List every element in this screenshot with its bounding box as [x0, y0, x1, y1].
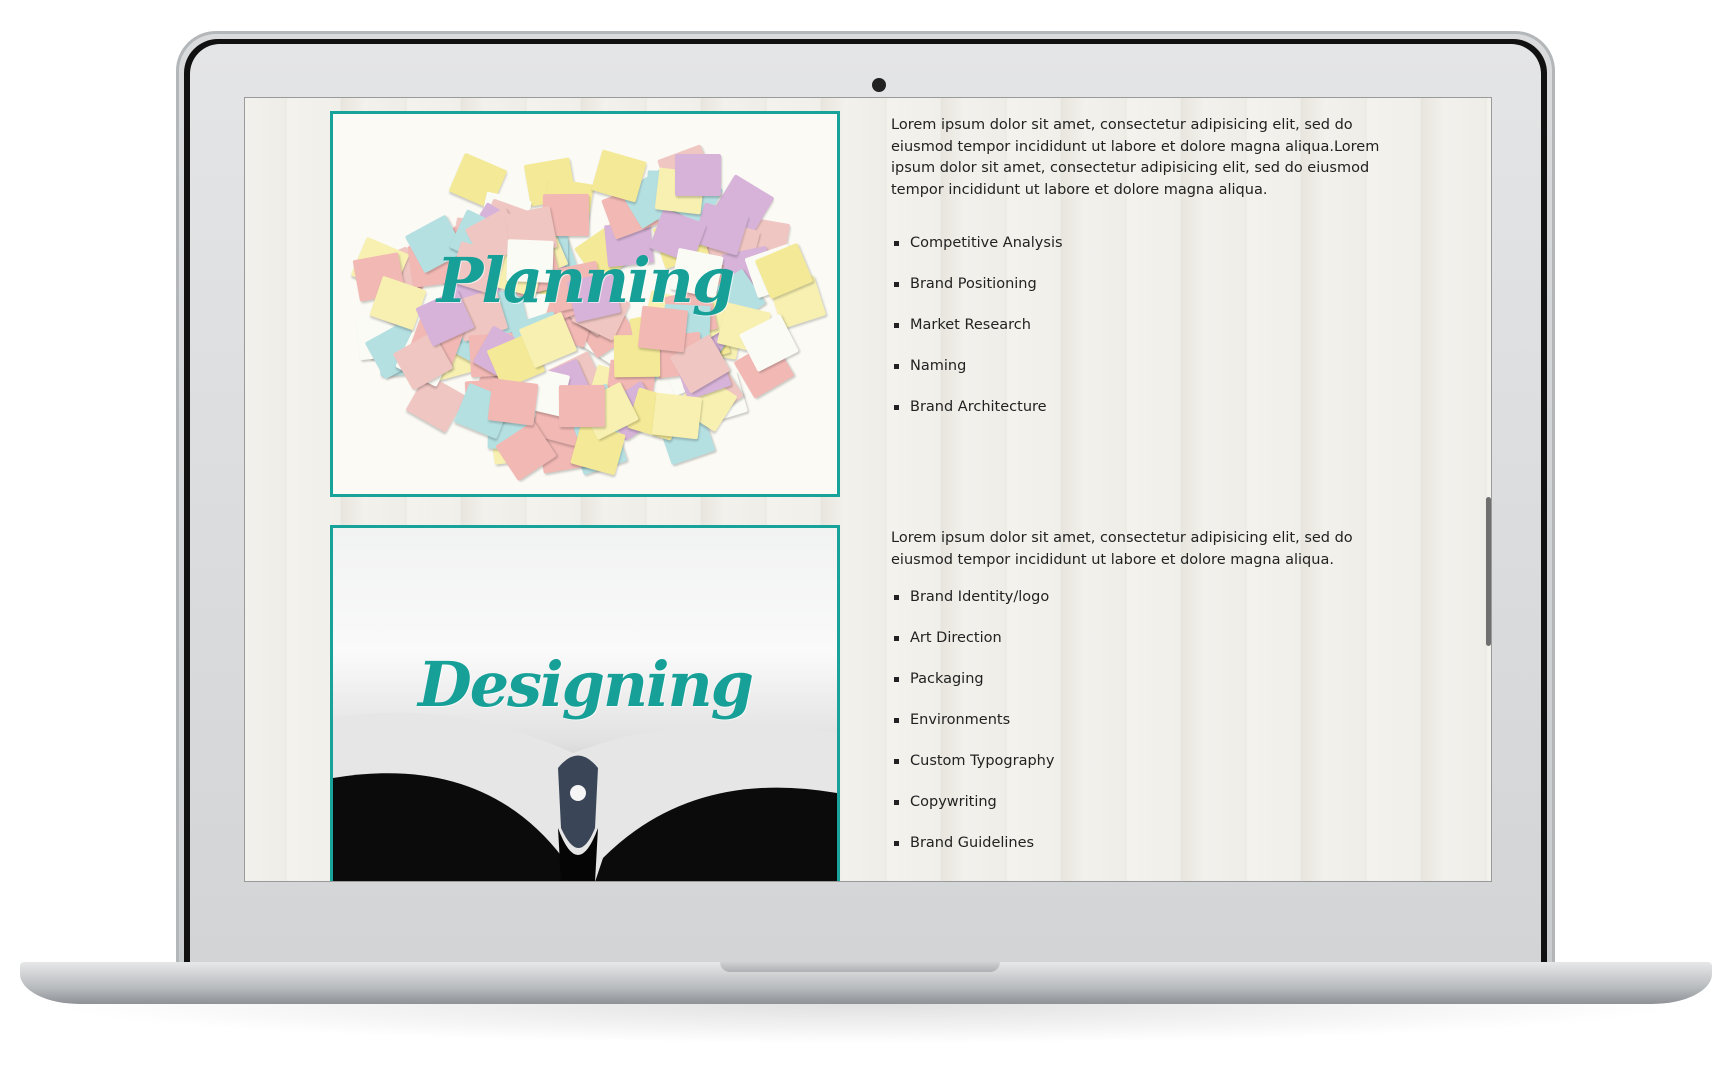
planning-title: Planning	[436, 244, 735, 317]
designing-list: Brand Identity/logo Art Direction Packag…	[891, 587, 1401, 874]
laptop-notch	[720, 962, 1000, 972]
list-item: Brand Positioning	[891, 274, 1401, 315]
list-item: Custom Typography	[891, 751, 1401, 792]
list-item: Competitive Analysis	[891, 233, 1401, 274]
sticky-note	[487, 377, 539, 426]
designing-text: Lorem ipsum dolor sit amet, consectetur …	[891, 528, 1401, 874]
designing-image: Designing	[330, 525, 840, 881]
list-item: Environments	[891, 710, 1401, 751]
sticky-note	[652, 392, 703, 440]
planning-list: Competitive Analysis Brand Positioning M…	[891, 233, 1401, 438]
scrollbar[interactable]	[1486, 497, 1491, 646]
list-item: Packaging	[891, 669, 1401, 710]
designing-paragraph: Lorem ipsum dolor sit amet, consectetur …	[891, 530, 1353, 568]
list-item: Brand Identity/logo	[891, 587, 1401, 628]
laptop-base	[20, 962, 1712, 1004]
planning-paragraph: Lorem ipsum dolor sit amet, consectetur …	[891, 117, 1380, 198]
designing-title: Designing	[417, 648, 754, 721]
list-item: Brand Guidelines	[891, 833, 1401, 874]
laptop-shadow	[40, 1004, 1690, 1044]
screen: Planning Designing Lorem ipsum dolor sit…	[244, 97, 1492, 882]
sticky-note	[558, 385, 605, 428]
list-item: Copywriting	[891, 792, 1401, 833]
planning-image: Planning	[330, 111, 840, 497]
list-item: Naming	[891, 356, 1401, 397]
planning-text: Lorem ipsum dolor sit amet, consectetur …	[891, 115, 1401, 438]
sticky-note	[674, 154, 721, 197]
camera-icon	[872, 78, 886, 92]
list-item: Brand Architecture	[891, 397, 1401, 438]
list-item: Market Research	[891, 315, 1401, 356]
list-item: Art Direction	[891, 628, 1401, 669]
